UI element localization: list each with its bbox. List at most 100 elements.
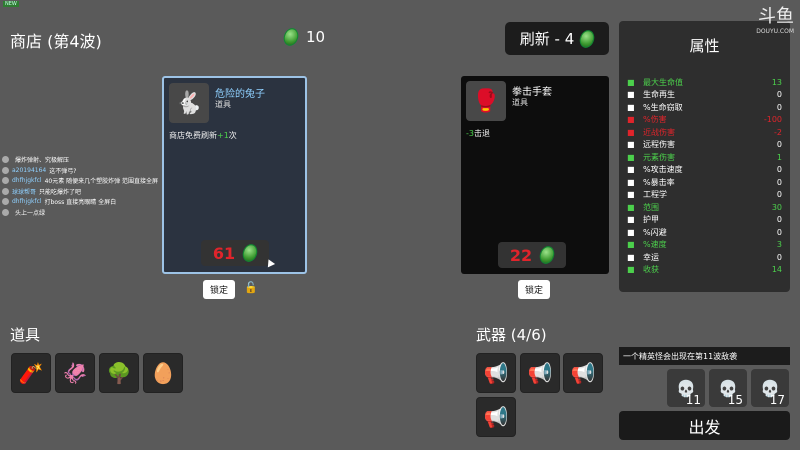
stat-value: -2	[774, 127, 782, 137]
avatar	[2, 208, 9, 216]
sword-icon: ■	[627, 127, 635, 137]
stat-value: 13	[771, 77, 782, 87]
stat-label: %生命窃取	[643, 102, 683, 112]
stat-row[interactable]: ■ 近战伤害 -2	[627, 126, 782, 138]
stat-row[interactable]: ■ 范围 30	[627, 201, 782, 213]
rabbit-icon: 🐇	[169, 83, 209, 123]
buy-price-button[interactable]: 22	[498, 242, 566, 268]
flame-icon: ■	[627, 152, 635, 162]
chat-message: 头上一点绿	[2, 208, 202, 217]
items-section-title: 道具	[10, 326, 41, 344]
elite-wave-notice: 一个精英怪会出现在第11波敌袭	[619, 347, 790, 365]
lock-button[interactable]: 锁定	[518, 280, 551, 299]
chat-message: 球球帮哥 只能吃爆炸了吧	[2, 187, 202, 196]
stat-value: 1	[776, 152, 782, 162]
stat-label: 生命再生	[643, 90, 675, 99]
stat-row[interactable]: ■ %生命窃取 0	[627, 101, 782, 113]
stat-row[interactable]: ■ 元素伤害 1	[627, 151, 782, 163]
stat-row[interactable]: ■ %伤害 -100	[627, 114, 782, 126]
materials-amount: 10	[306, 28, 326, 46]
avatar	[2, 198, 9, 205]
materials-counter: 10	[281, 26, 326, 48]
dynamite-icon[interactable]: 🧨	[11, 353, 51, 393]
wrench-icon: ■	[627, 190, 635, 199]
item-type: 道具	[215, 100, 231, 109]
stat-row[interactable]: ■ %暴击率 0	[627, 176, 782, 188]
stat-row[interactable]: ■ 收获 14	[627, 264, 782, 276]
go-button[interactable]: 出发	[619, 411, 790, 440]
stat-label: 收获	[643, 265, 659, 274]
egg-mask-icon[interactable]: 🥚	[143, 353, 183, 393]
boss-wave-number: 11	[685, 393, 701, 407]
elite-boss-icon[interactable]: 💀 17	[751, 369, 789, 407]
stat-value: 0	[776, 90, 782, 99]
material-gem-icon	[281, 26, 301, 48]
chat-text: 打boss 直接亮眼睛 全屏白	[44, 199, 117, 206]
stat-label: %速度	[643, 240, 667, 249]
stat-row[interactable]: ■ 最大生命值 13	[627, 76, 782, 88]
tree-icon[interactable]: 🌳	[99, 353, 139, 393]
stat-label: 范围	[643, 202, 659, 212]
megaphone-icon[interactable]: 📢	[476, 397, 516, 437]
shield-icon: ■	[627, 215, 635, 224]
avatar	[2, 156, 9, 163]
stat-row[interactable]: ■ 护甲 0	[627, 214, 782, 226]
stat-value: 0	[776, 190, 782, 199]
avatar	[2, 177, 9, 184]
stat-value: -100	[763, 115, 782, 124]
megaphone-icon[interactable]: 📢	[563, 353, 603, 393]
regen-icon: ■	[627, 90, 635, 99]
harvest-icon: ■	[627, 265, 635, 274]
chat-message: dhfhjgkfcl 40元素 随便来几个塑胶炸弹 范围直接全屏	[2, 176, 202, 185]
megaphone-icon[interactable]: 📢	[520, 353, 560, 393]
shop-item-card[interactable]: 🐇 危险的兔子 道具 商店免费刷新+1次 61	[162, 76, 307, 274]
chat-message: 爆炸弹射、究极解压	[2, 155, 202, 164]
chat-message: a20194164 这不弹弓?	[2, 166, 202, 175]
stat-value: 0	[776, 140, 782, 149]
buy-price-button[interactable]: 61	[201, 240, 269, 266]
hourglass-icon: ■	[627, 165, 635, 174]
stat-row[interactable]: ■ 工程学 0	[627, 189, 782, 201]
stat-row[interactable]: ■ %攻击速度 0	[627, 164, 782, 176]
stat-row[interactable]: ■ 幸运 0	[627, 251, 782, 263]
heart-icon: ■	[627, 77, 635, 87]
lock-button[interactable]: 锁定	[203, 280, 236, 299]
stat-value: 0	[776, 165, 782, 174]
chat-username: dhfhjgkfcl	[12, 198, 42, 205]
bow-icon: ■	[627, 140, 635, 149]
item-type: 道具	[512, 98, 528, 107]
refresh-button[interactable]: 刷新 - 4	[505, 22, 609, 55]
elite-boss-icon[interactable]: 💀 15	[709, 369, 747, 407]
megaphone-icon[interactable]: 📢	[476, 353, 516, 393]
stat-label: %闪避	[643, 227, 667, 237]
stat-label: %攻击速度	[643, 165, 683, 174]
stat-value: 0	[776, 102, 782, 112]
stat-label: 最大生命值	[643, 77, 683, 87]
boxing-glove-icon: 🥊	[466, 81, 506, 121]
boss-wave-number: 17	[769, 393, 785, 407]
elite-boss-icon[interactable]: 💀 11	[667, 369, 705, 407]
stat-row[interactable]: ■ %闪避 0	[627, 226, 782, 238]
stats-panel: 属性 ■ 最大生命值 13 ■ 生命再生 0 ■ %生命窃取 0 ■ %伤害 -100 ■ 近战伤害 -2 ■…	[619, 21, 790, 292]
new-badge: NEW	[3, 1, 19, 7]
chat-username: a20194164	[12, 166, 47, 174]
stat-row[interactable]: ■ %速度 3	[627, 239, 782, 251]
chat-text: 爆炸弹射、究极解压	[15, 157, 70, 164]
material-gem-icon	[577, 27, 597, 50]
item-price: 61	[212, 243, 236, 263]
avatar	[2, 166, 9, 174]
stat-value: 0	[776, 177, 782, 187]
stat-row[interactable]: ■ 生命再生 0	[627, 89, 782, 101]
chat-text: 40元素 随便来几个塑胶炸弹 范围直接全屏	[44, 178, 159, 185]
douyu-logo: 斗鱼 DOUYU.COM	[756, 6, 794, 35]
refresh-label: 刷新 - 4	[519, 30, 575, 48]
range-icon: ■	[627, 202, 635, 212]
chat-username: dhfhjgkfcl	[12, 177, 42, 184]
tentacle-icon[interactable]: 🦑	[55, 353, 95, 393]
damage-icon: ■	[627, 115, 635, 124]
stat-value: 0	[776, 252, 782, 262]
shop-item-card[interactable]: 🥊 拳击手套 道具 -3击退 22	[461, 76, 609, 274]
stat-label: %暴击率	[643, 177, 675, 187]
stat-label: %伤害	[643, 115, 667, 124]
stat-row[interactable]: ■ 远程伤害 0	[627, 139, 782, 151]
